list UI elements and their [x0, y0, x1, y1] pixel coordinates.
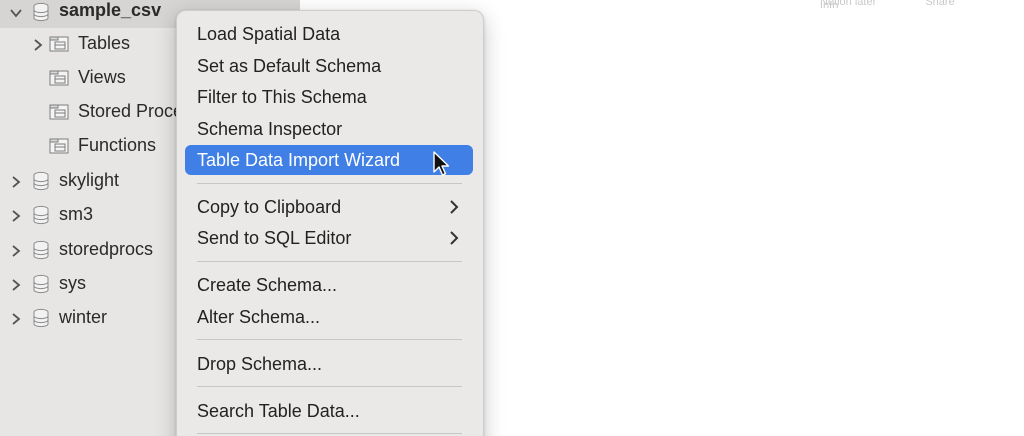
schema-label: sm3 — [59, 204, 94, 224]
menu-item-label: Load Spatial Data — [197, 23, 341, 44]
chevron-right-icon[interactable] — [8, 277, 24, 293]
chevron-right-icon[interactable] — [8, 208, 24, 224]
chevron-down-icon[interactable] — [8, 5, 24, 21]
menu-item-load-spatial-data[interactable]: Load Spatial Data — [185, 19, 473, 49]
menu-separator — [197, 386, 462, 387]
tree-item-label: Tables — [78, 33, 131, 53]
menu-item-label: Drop Schema... — [197, 353, 323, 374]
menu-item-filter-to-schema[interactable]: Filter to This Schema — [185, 82, 473, 112]
menu-item-label: Schema Inspector — [197, 118, 343, 139]
menu-item-label: Filter to This Schema — [197, 86, 367, 107]
chevron-right-icon[interactable] — [8, 174, 24, 190]
menu-item-label: Set as Default Schema — [197, 55, 382, 76]
tree-item-label: Views — [78, 67, 126, 87]
menu-separator — [197, 433, 462, 434]
menu-item-label: Copy to Clipboard — [197, 196, 342, 217]
folder-icon — [48, 33, 70, 55]
database-icon — [30, 239, 52, 261]
database-icon — [30, 204, 52, 226]
menu-item-create-schema[interactable]: Create Schema... — [185, 270, 473, 300]
chevron-right-icon — [447, 230, 461, 246]
menu-separator — [197, 183, 462, 184]
schema-label: skylight — [59, 170, 120, 190]
menu-item-alter-schema[interactable]: Alter Schema... — [185, 302, 473, 332]
menu-item-copy-to-clipboard[interactable]: Copy to Clipboard — [185, 192, 473, 222]
schema-label: sample_csv — [59, 0, 162, 20]
folder-icon — [48, 135, 70, 157]
menu-item-label: Table Data Import Wizard — [197, 149, 401, 170]
menu-item-label: Alter Schema... — [197, 306, 321, 327]
chevron-right-icon[interactable] — [8, 243, 24, 259]
menu-item-label: Search Table Data... — [197, 400, 360, 421]
menu-item-label: Send to SQL Editor — [197, 227, 352, 248]
header-item-share[interactable]: Share — [925, 0, 954, 8]
menu-separator — [197, 339, 462, 340]
top-header: Notion later Share Info — [820, 0, 1024, 8]
chevron-right-icon[interactable] — [30, 37, 46, 53]
chevron-right-icon[interactable] — [8, 311, 24, 327]
menu-item-table-data-import-wizard[interactable]: Table Data Import Wizard — [185, 145, 473, 175]
database-icon — [30, 1, 52, 23]
schema-label: winter — [59, 307, 108, 327]
menu-item-search-table-data[interactable]: Search Table Data... — [185, 396, 473, 426]
chevron-right-icon — [447, 199, 461, 215]
tree-item-label: Functions — [78, 135, 157, 155]
menu-separator — [197, 261, 462, 262]
database-icon — [30, 273, 52, 295]
menu-item-schema-inspector[interactable]: Schema Inspector — [185, 114, 473, 144]
mouse-cursor-icon — [432, 150, 450, 178]
folder-icon — [48, 101, 70, 123]
mysql-workbench-window: Notion later Share Info sample_csv Table… — [0, 0, 1024, 436]
menu-item-send-to-sql-editor[interactable]: Send to SQL Editor — [185, 223, 473, 253]
menu-item-label: Create Schema... — [197, 274, 338, 295]
schema-context-menu: Load Spatial Data Set as Default Schema … — [176, 10, 484, 436]
schema-label: storedprocs — [59, 239, 154, 259]
database-icon — [30, 170, 52, 192]
menu-item-set-default-schema[interactable]: Set as Default Schema — [185, 51, 473, 81]
folder-icon — [48, 67, 70, 89]
header-item-info[interactable]: Info — [820, 0, 838, 9]
menu-item-drop-schema[interactable]: Drop Schema... — [185, 349, 473, 379]
database-icon — [30, 307, 52, 329]
schema-label: sys — [59, 273, 86, 293]
